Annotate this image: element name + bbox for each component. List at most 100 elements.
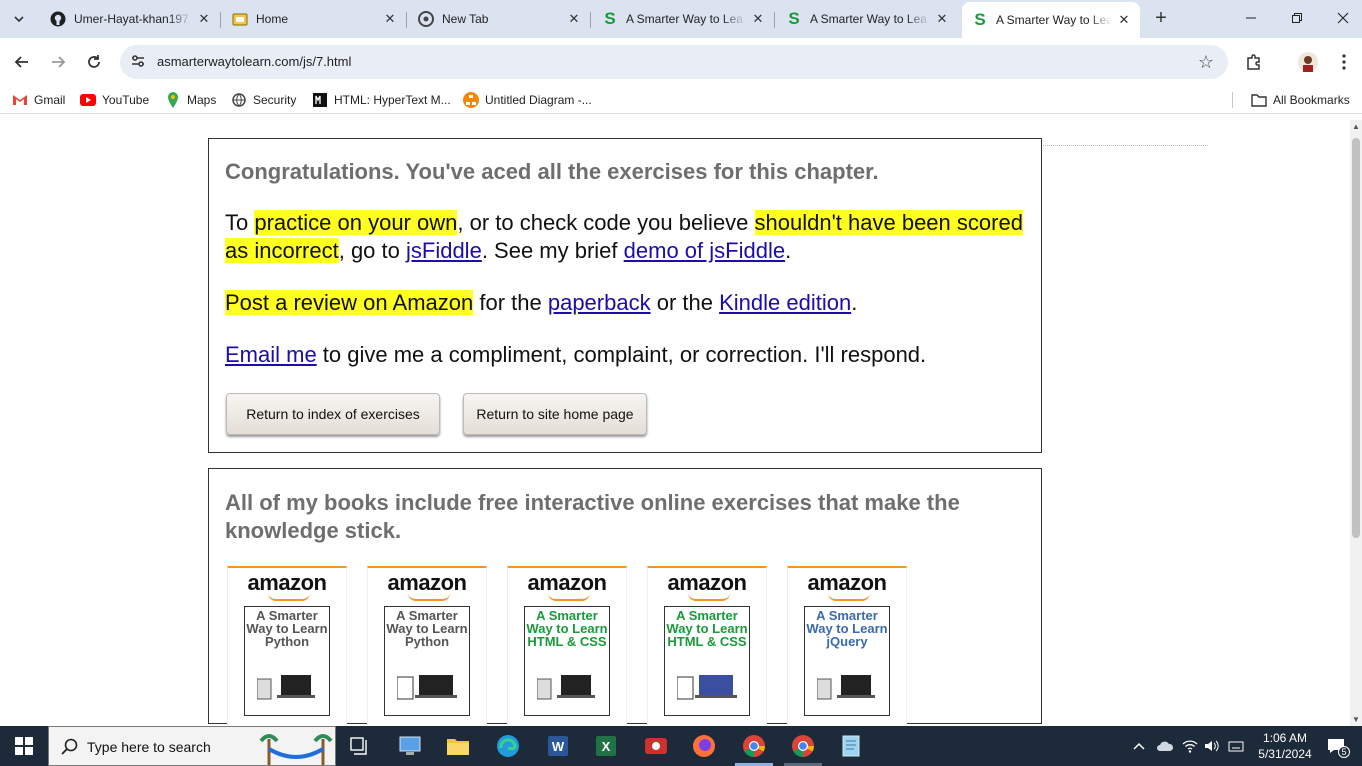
folder-icon — [447, 739, 469, 755]
bookmark-star-icon[interactable]: ☆ — [1198, 52, 1214, 73]
restore-icon — [1292, 13, 1302, 23]
book-card[interactable]: amazon A Smarter Way to Learn jQuery — [787, 566, 907, 726]
book-cover[interactable]: A Smarter Way to Learn HTML & CSS — [524, 606, 610, 716]
taskbar-app-chrome-active[interactable] — [742, 734, 766, 758]
close-icon[interactable]: ✕ — [382, 11, 398, 27]
email-me-link[interactable]: Email me — [225, 342, 317, 367]
amazon-smile-icon — [828, 593, 870, 601]
puzzle-icon — [1247, 54, 1260, 70]
book-card[interactable]: amazon A Smarter Way to Learn HTML & CSS — [647, 566, 767, 726]
forward-button[interactable] — [46, 50, 70, 74]
highlight-text: Post a review on Amazon — [225, 290, 474, 315]
scrollbar-thumb[interactable] — [1352, 138, 1360, 538]
taskbar-app-notepad[interactable] — [839, 734, 863, 758]
amazon-smile-icon — [688, 593, 730, 601]
s-logo-icon: S — [788, 9, 800, 28]
chrome-icon — [418, 11, 434, 27]
taskbar-app-explorer-view[interactable] — [398, 734, 422, 758]
book-cover[interactable]: A Smarter Way to Learn HTML & CSS — [664, 606, 750, 716]
close-icon[interactable]: ✕ — [566, 11, 582, 27]
scroll-up-icon[interactable]: ▲ — [1352, 122, 1360, 131]
windows-logo-icon — [15, 737, 33, 755]
chevron-down-icon — [14, 16, 24, 23]
home-folder-icon — [232, 11, 248, 27]
back-button[interactable] — [10, 50, 34, 74]
bookmark-untitled-diagram[interactable]: Untitled Diagram -... — [463, 91, 592, 109]
tab-strip: Umer-Hayat-khan197 ✕ Home ✕ New Tab ✕ S … — [0, 0, 1362, 38]
taskbar-app-chrome-profile[interactable] — [791, 734, 815, 758]
tab-search-button[interactable] — [8, 8, 30, 30]
book-card[interactable]: amazon A Smarter Way to Learn HTML & CSS — [507, 566, 627, 726]
text: or the — [650, 290, 720, 315]
bookmark-mdn-html[interactable]: HTML: HyperText M... — [312, 91, 451, 109]
kindle-edition-link[interactable]: Kindle edition — [719, 290, 851, 315]
bookmark-security[interactable]: Security — [231, 91, 296, 109]
profile-avatar[interactable] — [1296, 50, 1320, 74]
tab-home[interactable]: Home ✕ — [222, 4, 407, 34]
show-hidden-icons[interactable] — [1132, 726, 1146, 766]
tab-smarter-way-1[interactable]: S A Smarter Way to Lea ✕ — [592, 4, 775, 34]
devices-icon — [677, 675, 737, 700]
taskbar-app-file-explorer[interactable] — [446, 734, 470, 758]
jsfiddle-link[interactable]: jsFiddle — [406, 238, 482, 263]
new-tab-button[interactable]: + — [1150, 8, 1172, 30]
close-icon — [1337, 12, 1349, 24]
book-cover[interactable]: A Smarter Way to Learn Python — [244, 606, 330, 716]
tab-new-tab[interactable]: New Tab ✕ — [408, 4, 591, 34]
close-icon[interactable]: ✕ — [934, 11, 950, 27]
tab-smarter-way-2[interactable]: S A Smarter Way to Lea ✕ — [776, 4, 958, 34]
github-icon — [50, 11, 66, 27]
restore-button[interactable] — [1274, 0, 1320, 36]
paperback-link[interactable]: paperback — [548, 290, 651, 315]
bookmark-gmail[interactable]: Gmail — [12, 91, 65, 109]
book-card[interactable]: amazon A Smarter Way to Learn Python — [367, 566, 487, 726]
onedrive-tray[interactable] — [1156, 726, 1174, 766]
globe-icon — [231, 92, 247, 108]
site-info-icon[interactable] — [130, 53, 146, 74]
input-language-tray[interactable] — [1228, 726, 1244, 766]
book-card[interactable]: amazon A Smarter Way to Learn Python — [227, 566, 347, 726]
task-view-button[interactable] — [348, 734, 372, 758]
taskbar-app-edge[interactable] — [496, 734, 520, 758]
return-to-index-button[interactable]: Return to index of exercises — [226, 393, 440, 435]
demo-jsfiddle-link[interactable]: demo of jsFiddle — [624, 238, 785, 263]
bookmark-maps[interactable]: Maps — [165, 91, 216, 109]
address-bar[interactable]: asmarterwaytolearn.com/js/7.html ☆ — [120, 45, 1228, 79]
notification-center[interactable]: 5 — [1326, 726, 1350, 766]
reload-button[interactable] — [82, 50, 106, 74]
wifi-icon — [1182, 740, 1198, 753]
minimize-button[interactable] — [1228, 0, 1274, 36]
taskbar-search-box[interactable]: Type here to search — [48, 726, 336, 766]
menu-button[interactable] — [1332, 50, 1356, 74]
scroll-down-icon[interactable]: ▼ — [1352, 715, 1360, 724]
start-button[interactable] — [0, 726, 48, 766]
taskbar-app-excel[interactable]: X — [594, 734, 618, 758]
book-cover[interactable]: A Smarter Way to Learn jQuery — [804, 606, 890, 716]
page-scrollbar[interactable]: ▲ ▼ — [1350, 120, 1362, 726]
close-window-button[interactable] — [1320, 0, 1362, 36]
taskbar-app-firefox[interactable] — [692, 734, 716, 758]
amazon-smile-icon — [408, 593, 450, 601]
extensions-button[interactable] — [1242, 50, 1266, 74]
close-icon[interactable]: ✕ — [750, 11, 766, 27]
word-icon: W — [548, 736, 568, 756]
taskbar-clock[interactable]: 1:06 AM 5/31/2024 — [1248, 730, 1322, 762]
bookmark-label: All Bookmarks — [1273, 93, 1350, 107]
amazon-smile-icon — [548, 593, 590, 601]
url-text[interactable]: asmarterwaytolearn.com/js/7.html — [157, 54, 351, 69]
taskbar-app-word[interactable]: W — [546, 734, 570, 758]
return-to-home-button[interactable]: Return to site home page — [463, 393, 647, 435]
book-cover[interactable]: A Smarter Way to Learn Python — [384, 606, 470, 716]
volume-tray[interactable] — [1204, 726, 1220, 766]
bookmark-youtube[interactable]: YouTube — [80, 91, 149, 109]
tab-smarter-way-active[interactable]: S A Smarter Way to Lea ✕ — [962, 2, 1140, 38]
tab-github[interactable]: Umer-Hayat-khan197 ✕ — [40, 4, 221, 34]
close-icon[interactable]: ✕ — [196, 11, 212, 27]
minimize-icon — [1246, 17, 1256, 19]
all-bookmarks[interactable]: All Bookmarks — [1251, 91, 1350, 109]
taskbar-app-recorder[interactable] — [644, 734, 668, 758]
tab-title: A Smarter Way to Lea — [810, 12, 927, 26]
close-icon[interactable]: ✕ — [1116, 12, 1132, 28]
svg-text:X: X — [602, 739, 611, 754]
network-tray[interactable] — [1182, 726, 1198, 766]
